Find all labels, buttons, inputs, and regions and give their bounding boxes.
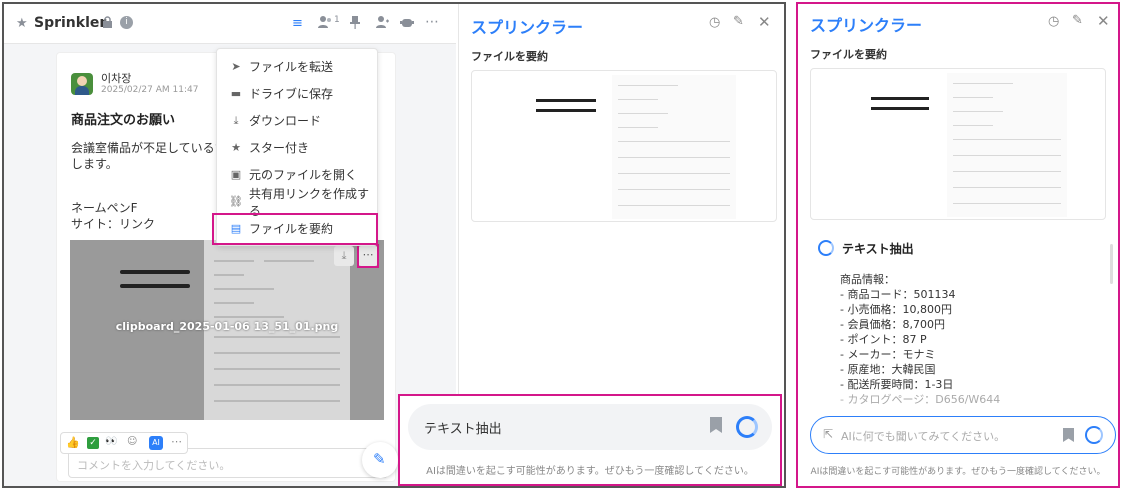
doc-preview	[612, 75, 736, 219]
ai-chat-input[interactable]: ⇱ AIに何でも聞いてみてください。	[810, 416, 1116, 454]
compose-button[interactable]: ✎	[362, 442, 398, 478]
eyes-icon[interactable]: 👀	[105, 436, 117, 447]
chat-header: ★ Sprinkler i ≡ 1 ⋯	[4, 4, 456, 44]
bookmark-icon[interactable]	[1063, 428, 1074, 442]
pen-image	[871, 107, 929, 110]
avatar[interactable]	[71, 73, 93, 95]
body-line-1: 会議室備品が不足しているため	[71, 141, 239, 155]
info-line: - 会員価格：8,700円	[840, 318, 945, 331]
loading-spinner-icon	[736, 416, 758, 438]
doc-preview	[947, 73, 1067, 217]
menu-item-star[interactable]: ★ スター付き	[217, 134, 377, 161]
add-member-icon[interactable]	[375, 15, 389, 33]
body-line-4: サイト：リンク	[71, 217, 156, 231]
reaction-more-icon[interactable]: ⋯	[171, 435, 182, 448]
info-line: - 商品コード：501134	[840, 288, 956, 301]
info-line: - ポイント：87 P	[840, 333, 927, 346]
chat-pane: ★ Sprinkler i ≡ 1 ⋯ 이차장 2025/02/27 AM 11…	[4, 4, 456, 486]
loading-spinner-icon	[818, 240, 834, 256]
thread-list-icon[interactable]: ≡	[292, 16, 303, 31]
members-icon[interactable]	[317, 15, 333, 33]
body-line-2: します。	[71, 157, 118, 171]
info-line: - カタログページ：D656/W644	[840, 393, 1001, 406]
menu-label: ドライブに保存	[249, 87, 334, 101]
input-text: テキスト抽出	[424, 422, 502, 437]
info-line: - 原産地：大韓民国	[840, 363, 936, 376]
menu-item-share-link[interactable]: ⛓ 共有用リンクを作成する	[217, 187, 377, 218]
pin-icon[interactable]	[349, 15, 361, 33]
info-line: 商品情報：	[840, 273, 895, 286]
emoji-add-icon[interactable]: ☺	[127, 436, 137, 447]
download-icon: ⤓	[233, 113, 239, 127]
extracted-info: 商品情報： - 商品コード：501134 - 小売価格：10,800円 - 会員…	[840, 272, 1110, 407]
pen-image	[536, 99, 596, 102]
comment-placeholder: コメントを入力してください。	[77, 459, 231, 472]
more-button-highlight	[357, 244, 379, 268]
post-subject: 商品注文のお願い	[71, 113, 176, 128]
scrollbar[interactable]	[1110, 244, 1113, 284]
menu-label: スター付き	[249, 141, 310, 155]
close-icon[interactable]: ✕	[758, 13, 771, 31]
author-name[interactable]: 이차장	[101, 70, 131, 86]
close-icon[interactable]: ✕	[1097, 12, 1110, 30]
reaction-bar: 👍 ✓ 👀 ☺ AI ⋯	[60, 432, 188, 454]
open-file-icon: ▣	[230, 168, 242, 181]
post-time: 2025/02/27 AM 11:47	[101, 85, 199, 95]
download-icon[interactable]: ⤓	[334, 246, 354, 266]
star-icon: ★	[231, 141, 241, 154]
image-attachment[interactable]: clipboard_2025-01-06 13_51_01.png ⤓ ⋯	[70, 240, 384, 420]
extract-title: テキスト抽出	[842, 242, 914, 256]
magic-wand-icon[interactable]: ✎	[1072, 13, 1083, 28]
info-line: - メーカー：モナミ	[840, 348, 936, 361]
screenshot: { "chat": { "title": "Sprinkler", "membe…	[0, 0, 1125, 490]
bookmark-icon[interactable]	[710, 417, 722, 433]
section-title: ファイルを要約	[810, 48, 887, 61]
body-line-3: ネームペンF	[71, 201, 138, 215]
menu-item-forward[interactable]: ➤ ファイルを転送	[217, 53, 377, 80]
cursor-icon: ⇱	[823, 427, 834, 441]
file-thumbnail[interactable]	[810, 68, 1106, 220]
send-icon: ➤	[231, 60, 241, 73]
menu-label: ダウンロード	[249, 114, 322, 128]
magic-wand-icon[interactable]: ✎	[733, 14, 744, 29]
history-icon[interactable]: ◷	[1048, 14, 1059, 29]
pencil-icon: ✎	[373, 450, 386, 468]
file-thumbnail[interactable]	[471, 70, 777, 222]
input-area-highlight: テキスト抽出 AIは間違いを起こす可能性があります。ぜひもう一度確認してください…	[398, 394, 782, 486]
lock-icon	[102, 16, 113, 33]
star-icon[interactable]: ★	[16, 16, 28, 31]
extract-text-input[interactable]: テキスト抽出	[408, 404, 772, 450]
panel-title: スプリンクラー	[810, 16, 923, 35]
thumbs-up-icon[interactable]: 👍	[66, 436, 80, 449]
menu-item-save-drive[interactable]: ▬ ドライブに保存	[217, 80, 377, 107]
menu-label: 元のファイルを開く	[249, 168, 358, 182]
send-spinner-icon[interactable]	[1085, 426, 1103, 444]
input-placeholder: AIに何でも聞いてみてください。	[841, 430, 1006, 443]
link-icon: ⛓	[229, 195, 243, 208]
channel-title: Sprinkler	[34, 15, 107, 31]
ai-icon[interactable]: AI	[149, 436, 163, 450]
pen-image	[871, 97, 929, 100]
disclaimer: AIは間違いを起こす可能性があります。ぜひもう一度確認してください。	[426, 466, 754, 477]
member-count: 1	[334, 15, 340, 25]
summarize-highlight	[212, 213, 378, 245]
ai-panel-expanded: スプリンクラー ◷ ✎ ✕ ファイルを要約 テキスト抽出 商品情報： - 商品コ…	[796, 2, 1120, 488]
disclaimer: AIは間違いを起こす可能性があります。ぜひもう一度確認してください。	[810, 467, 1106, 477]
panel-title: スプリンクラー	[471, 18, 584, 37]
history-icon[interactable]: ◷	[709, 15, 720, 30]
pen-image	[536, 109, 596, 112]
drive-icon: ▬	[230, 87, 242, 100]
pen-image	[120, 284, 190, 288]
more-icon[interactable]: ⋯	[425, 14, 439, 30]
info-icon[interactable]: i	[120, 16, 133, 29]
pen-image	[120, 270, 190, 274]
attachment-filename: clipboard_2025-01-06 13_51_01.png	[115, 320, 339, 333]
menu-label: ファイルを転送	[249, 60, 334, 74]
check-icon[interactable]: ✓	[87, 437, 99, 449]
bot-icon[interactable]	[400, 15, 414, 33]
menu-item-download[interactable]: ⤓ ダウンロード	[217, 107, 377, 134]
info-line: - 配送所要時間：1-3日	[840, 378, 954, 391]
info-line: - 小売価格：10,800円	[840, 303, 952, 316]
section-title: ファイルを要約	[471, 50, 548, 63]
